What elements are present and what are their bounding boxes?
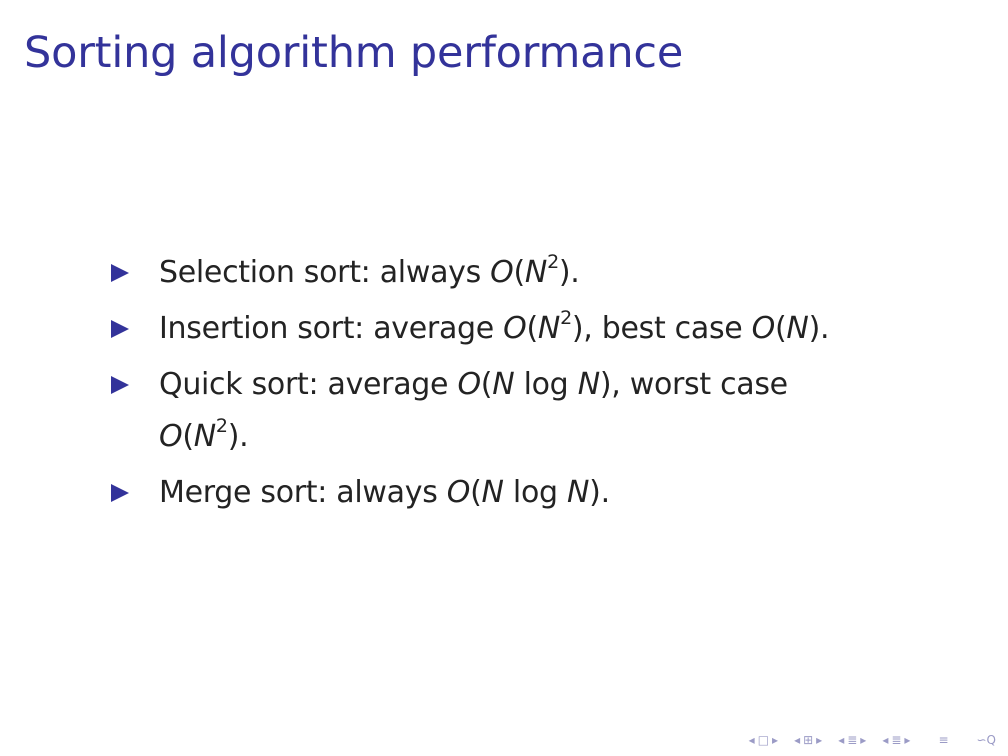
slide: Sorting algorithm performance Selection … xyxy=(0,0,1008,756)
nav-prev-arrow-icon[interactable]: ◂ xyxy=(794,733,800,747)
nav-subsection-icon[interactable]: ⊞ xyxy=(803,733,813,747)
complexity-formula: O(N log N) xyxy=(446,475,601,510)
bullet-text: Quick sort: average xyxy=(159,367,458,402)
bullet-text: Merge sort: always xyxy=(159,475,447,510)
nav-frame-icon[interactable]: □ xyxy=(758,733,769,747)
complexity-formula: O(N log N) xyxy=(457,367,612,402)
nav-prev-arrow-icon[interactable]: ◂ xyxy=(749,733,755,747)
complexity-formula: O(N2) xyxy=(490,251,571,291)
nav-align-icon[interactable]: ≡ xyxy=(938,733,948,747)
complexity-formula: O(N2) xyxy=(503,307,584,347)
slide-title: Sorting algorithm performance xyxy=(24,28,684,78)
nav-next-arrow-icon[interactable]: ▸ xyxy=(772,733,778,747)
bullet-item-merge-sort: Merge sort: always O(N log N). xyxy=(108,467,928,519)
nav-search-icon[interactable]: ∽Q xyxy=(977,733,997,747)
right-triangle-icon xyxy=(111,484,129,502)
bullet-list: Selection sort: always O(N2). Insertion … xyxy=(108,247,928,519)
nav-next-arrow-icon[interactable]: ▸ xyxy=(816,733,822,747)
complexity-formula: O(N2) xyxy=(159,415,240,455)
bullet-text: Selection sort: always xyxy=(159,255,491,290)
right-triangle-icon xyxy=(111,320,129,338)
nav-prev-arrow-icon[interactable]: ◂ xyxy=(838,733,844,747)
right-triangle-icon xyxy=(111,264,129,282)
nav-section-icon[interactable]: ≣ xyxy=(847,733,857,747)
nav-next-arrow-icon[interactable]: ▸ xyxy=(860,733,866,747)
nav-section-list-icon[interactable]: ≣ xyxy=(891,733,901,747)
nav-prev-arrow-icon[interactable]: ◂ xyxy=(882,733,888,747)
beamer-navigation-bar: ◂ □ ▸ ◂ ⊞ ▸ ◂ ≣ ▸ ◂ ≣ ▸ ≡ ∽Q xyxy=(749,731,996,749)
complexity-formula: O(N) xyxy=(751,311,821,346)
bullet-item-selection-sort: Selection sort: always O(N2). xyxy=(108,247,928,299)
bullet-text: Insertion sort: average xyxy=(159,311,504,346)
nav-next-arrow-icon[interactable]: ▸ xyxy=(904,733,910,747)
right-triangle-icon xyxy=(111,376,129,394)
bullet-item-insertion-sort: Insertion sort: average O(N2), best case… xyxy=(108,303,928,355)
bullet-item-quick-sort: Quick sort: average O(N log N), worst ca… xyxy=(108,359,928,463)
